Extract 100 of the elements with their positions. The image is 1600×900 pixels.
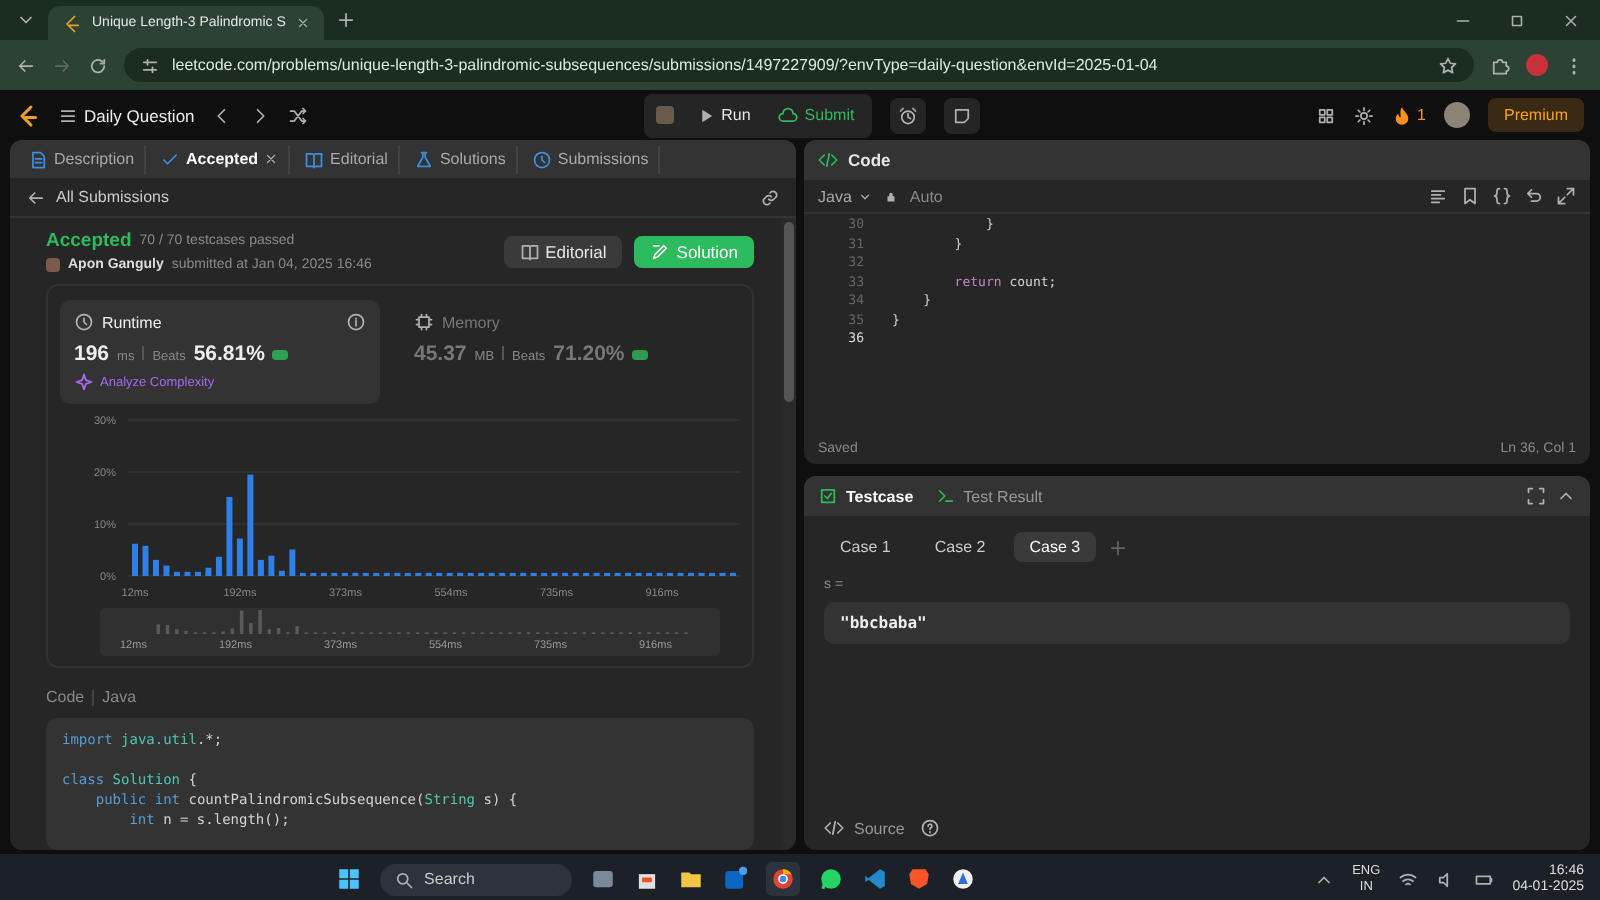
battery-icon[interactable]: [1474, 869, 1495, 889]
panel-tab[interactable]: Test Result: [935, 486, 1043, 506]
panel-tab[interactable]: Editorial: [294, 145, 400, 173]
link-icon[interactable]: [760, 187, 780, 207]
checkbox-icon: [818, 486, 838, 506]
scrollbar[interactable]: [782, 218, 796, 850]
histogram-bar[interactable]: [268, 555, 275, 576]
histogram-bar[interactable]: [278, 570, 285, 576]
editorial-button[interactable]: Editorial: [503, 235, 623, 267]
extensions-icon[interactable]: [1490, 55, 1510, 75]
code-icon: [818, 150, 838, 170]
histogram-bar[interactable]: [194, 571, 201, 576]
case-tab[interactable]: Case 2: [918, 532, 1002, 562]
close-icon[interactable]: [264, 152, 279, 166]
histogram-bar[interactable]: [142, 545, 149, 576]
beats-percent: 56.81%: [193, 342, 265, 366]
premium-button[interactable]: Premium: [1487, 98, 1584, 132]
maximize-icon[interactable]: [1508, 11, 1526, 29]
square-app-icon[interactable]: [722, 866, 749, 892]
format-icon[interactable]: [1428, 186, 1448, 206]
undo-icon[interactable]: [1524, 186, 1544, 206]
browser-icon[interactable]: [766, 862, 801, 896]
shield-icon[interactable]: [906, 866, 933, 892]
flame-icon[interactable]: [1391, 105, 1412, 125]
code-label: Code: [46, 688, 85, 706]
panel-tab[interactable]: Submissions: [521, 145, 661, 173]
sparkle-icon: [74, 372, 94, 392]
histogram-bar[interactable]: [226, 496, 233, 576]
widget-icon[interactable]: [590, 866, 617, 892]
code-icon: [824, 818, 844, 838]
case-tab[interactable]: Case 3: [1013, 532, 1097, 562]
fullscreen-icon[interactable]: [1526, 486, 1546, 506]
profile-avatar[interactable]: [1526, 54, 1548, 76]
shuffle-icon[interactable]: [288, 105, 309, 125]
beats-percent: 71.20%: [553, 342, 625, 366]
add-icon[interactable]: [1108, 537, 1129, 557]
check-icon: [160, 149, 181, 169]
search-field[interactable]: Search: [380, 863, 573, 895]
panel-tab[interactable]: Solutions: [403, 145, 518, 173]
language-dropdown[interactable]: Java: [818, 187, 872, 205]
wifi-icon[interactable]: [1398, 869, 1419, 889]
user-avatar[interactable]: [1443, 102, 1470, 128]
panel-tab[interactable]: Description: [18, 145, 147, 173]
histogram-bar[interactable]: [247, 474, 254, 576]
close-icon[interactable]: [1562, 11, 1580, 29]
histogram-bar[interactable]: [215, 556, 222, 576]
reload-icon[interactable]: [88, 55, 108, 75]
help-icon[interactable]: [920, 818, 941, 838]
braces-icon[interactable]: [1492, 186, 1512, 206]
chevron-down-icon: [857, 189, 872, 203]
settings-icon[interactable]: [1353, 105, 1374, 125]
histogram-bar[interactable]: [205, 567, 212, 576]
mode-label[interactable]: Auto: [909, 187, 943, 205]
clock-icon: [531, 149, 552, 169]
all-submissions-link[interactable]: All Submissions: [26, 187, 169, 207]
histogram-bar[interactable]: [153, 559, 159, 576]
histogram-bar[interactable]: [132, 543, 138, 576]
forward-icon[interactable]: [52, 55, 72, 75]
back-icon: [26, 187, 46, 207]
cloud-icon: [778, 105, 799, 125]
close-icon[interactable]: [295, 16, 310, 30]
alarm-button[interactable]: [890, 97, 927, 133]
stat-label: Runtime: [102, 313, 162, 331]
note-button[interactable]: [944, 97, 981, 133]
back-icon[interactable]: [16, 55, 36, 75]
bookmark-icon[interactable]: [1460, 186, 1480, 206]
stat-value: 45.37: [414, 342, 467, 366]
start-icon[interactable]: [336, 866, 363, 892]
layout-icon[interactable]: [1315, 105, 1336, 125]
histogram-bar[interactable]: [173, 571, 180, 576]
bookmark-star-icon[interactable]: [1438, 55, 1458, 75]
panel-title: Code: [848, 150, 891, 170]
circle-app-icon[interactable]: [950, 866, 977, 892]
input-field[interactable]: "bbcbaba": [824, 602, 1570, 644]
note-icon: [952, 105, 973, 125]
flask-icon: [413, 149, 434, 169]
url-text: leetcode.com/problems/unique-length-3-palindromic-subsequences/submissions/1497227909/?envType=daily-question&envId=2025-01-04: [172, 56, 1158, 74]
submit-button[interactable]: Submit: [772, 101, 861, 129]
avatar-placeholder: [46, 258, 60, 272]
source-link[interactable]: Source: [824, 818, 905, 838]
logo-icon[interactable]: [16, 103, 40, 127]
case-tab[interactable]: Case 1: [824, 532, 907, 562]
site-settings-icon[interactable]: [140, 55, 160, 75]
histogram-bar[interactable]: [236, 538, 243, 576]
expand-icon[interactable]: [1556, 186, 1576, 206]
ribbon-app-icon[interactable]: [862, 866, 889, 892]
chat-bubble-icon[interactable]: [818, 866, 845, 892]
terminal-icon: [935, 486, 956, 506]
beats-badge: [272, 350, 289, 360]
problem-list-button[interactable]: Daily Question: [58, 105, 195, 125]
histogram-bar[interactable]: [257, 559, 264, 576]
search-icon: [394, 869, 415, 889]
beats-badge: [632, 350, 649, 360]
new-tab-icon[interactable]: [335, 10, 356, 30]
panel-tab[interactable]: Accepted: [150, 145, 291, 173]
info-icon[interactable]: [346, 312, 366, 332]
address-bar[interactable]: leetcode.com/problems/unique-length-3-palindromic-subsequences/submissions/1497227909/?envType=daily-question&envId=2025-01-04: [124, 48, 1474, 82]
histogram-bar[interactable]: [184, 571, 191, 576]
run-button[interactable]: Run: [689, 101, 757, 129]
panel-tab[interactable]: Testcase: [818, 486, 914, 506]
